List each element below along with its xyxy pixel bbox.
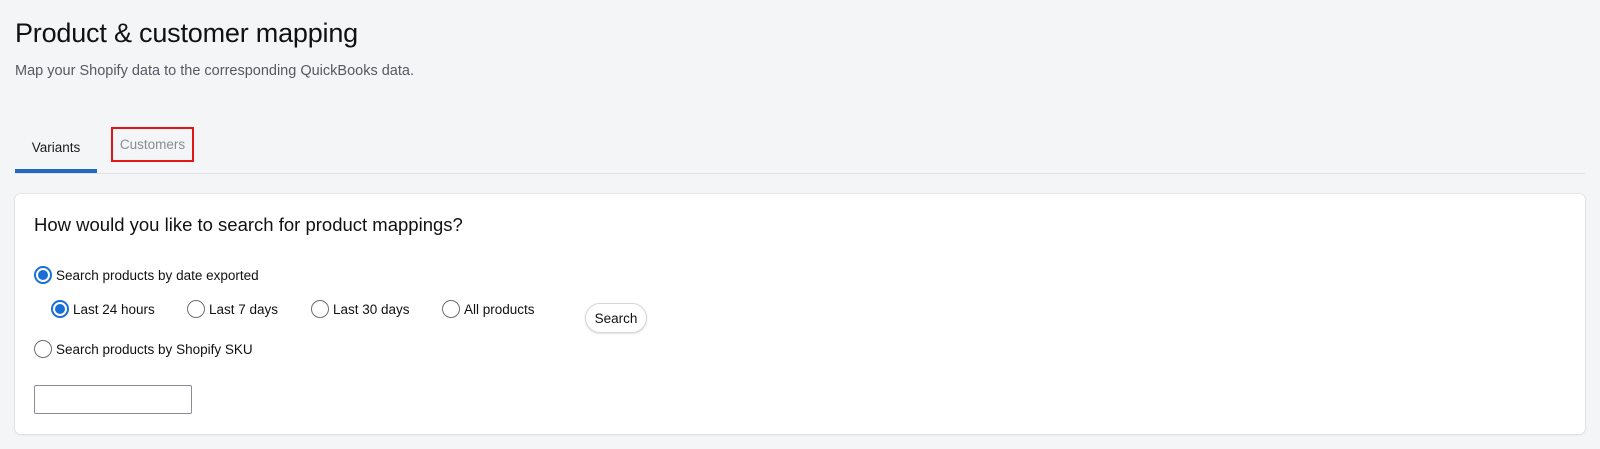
tab-customers-label: Customers bbox=[119, 137, 186, 152]
search-by-sku-label: Search products by Shopify SKU bbox=[56, 341, 253, 357]
all-products-radio[interactable] bbox=[442, 300, 460, 318]
last-30-days-label: Last 30 days bbox=[333, 301, 410, 317]
last-24-hours-radio[interactable] bbox=[51, 300, 69, 318]
page-subtitle: Map your Shopify data to the correspondi… bbox=[15, 63, 414, 79]
search-by-date-label: Search products by date exported bbox=[56, 267, 259, 283]
tab-variants-label: Variants bbox=[31, 140, 81, 155]
last-24-hours-label: Last 24 hours bbox=[73, 301, 155, 317]
sku-input[interactable] bbox=[34, 385, 192, 414]
search-by-sku-option[interactable]: Search products by Shopify SKU bbox=[34, 340, 253, 358]
search-by-date-radio[interactable] bbox=[34, 266, 52, 284]
search-options-card: How would you like to search for product… bbox=[15, 194, 1585, 434]
last-30-days-radio[interactable] bbox=[311, 300, 329, 318]
card-title: How would you like to search for product… bbox=[34, 214, 463, 235]
tab-customers[interactable]: Customers bbox=[111, 127, 194, 162]
last-7-days-label: Last 7 days bbox=[209, 301, 279, 317]
all-products-label: All products bbox=[464, 301, 535, 317]
date-option-last-30-days[interactable]: Last 30 days bbox=[311, 300, 410, 318]
page-title: Product & customer mapping bbox=[15, 18, 358, 48]
search-button[interactable]: Search bbox=[585, 303, 647, 333]
search-by-date-option[interactable]: Search products by date exported bbox=[34, 266, 259, 284]
date-option-last-24-hours[interactable]: Last 24 hours bbox=[51, 300, 155, 318]
tab-bar: Variants Customers bbox=[15, 122, 1585, 174]
date-option-last-7-days[interactable]: Last 7 days bbox=[187, 300, 278, 318]
tab-variants[interactable]: Variants bbox=[15, 122, 97, 173]
search-by-sku-radio[interactable] bbox=[34, 340, 52, 358]
date-option-all-products[interactable]: All products bbox=[442, 300, 535, 318]
last-7-days-radio[interactable] bbox=[187, 300, 205, 318]
